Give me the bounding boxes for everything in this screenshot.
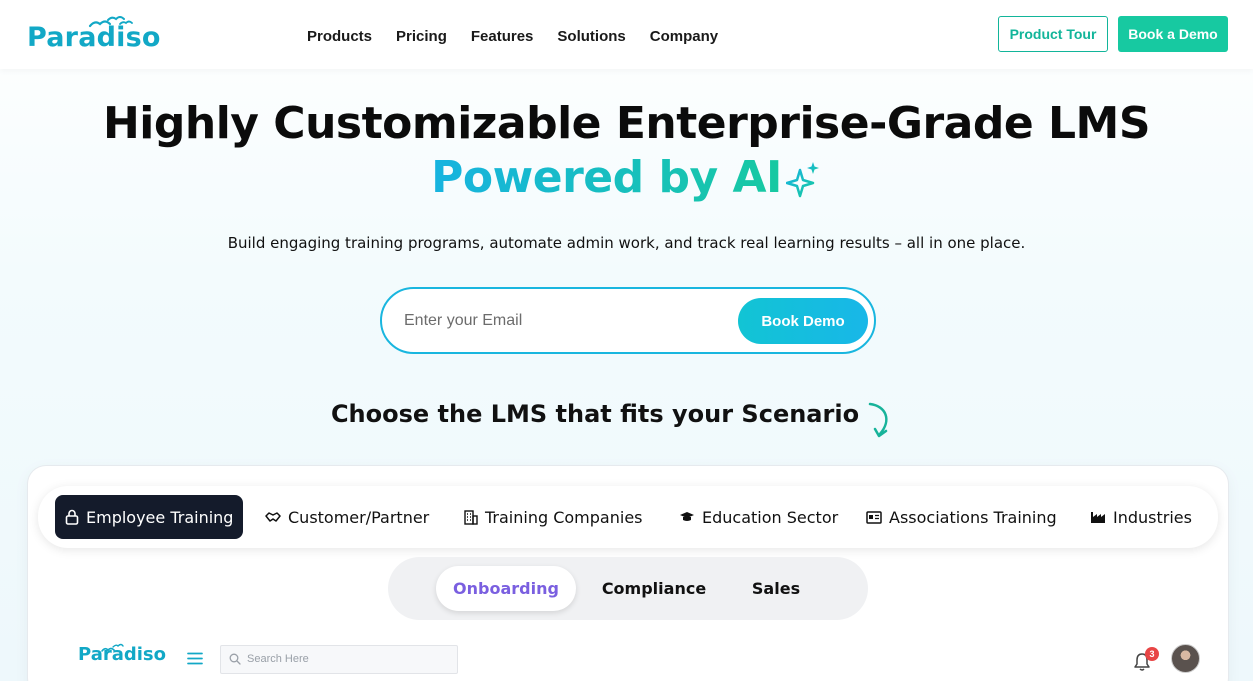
hero-title-ai-text: Powered by AI: [431, 152, 782, 203]
birds-icon: [101, 643, 124, 652]
nav-features[interactable]: Features: [471, 28, 534, 45]
factory-icon: [1091, 512, 1105, 523]
tab-associations-training[interactable]: Associations Training: [866, 495, 1057, 539]
subtab-onboarding[interactable]: Onboarding: [436, 566, 576, 611]
hero-title: Highly Customizable Enterprise-Grade LMS: [102, 98, 1151, 149]
sparkle-icon: [785, 162, 819, 198]
search-icon: [229, 653, 241, 665]
subtab-compliance[interactable]: Compliance: [586, 566, 722, 611]
email-signup-form: Book Demo: [380, 287, 876, 354]
id-card-icon: [866, 510, 882, 524]
tab-label: Industries: [1113, 507, 1192, 527]
scenario-heading: Choose the LMS that fits your Scenario: [330, 400, 860, 428]
nav-solutions[interactable]: Solutions: [557, 28, 625, 45]
lock-icon: [65, 509, 79, 525]
site-header: Paradiso Products Pricing Features Solut…: [0, 0, 1253, 69]
tab-label: Customer/Partner: [288, 507, 430, 527]
tab-label: Associations Training: [889, 507, 1057, 527]
product-tour-button[interactable]: Product Tour: [998, 16, 1108, 52]
hamburger-menu-icon[interactable]: [187, 652, 203, 665]
email-input[interactable]: [404, 309, 724, 333]
curved-arrow-icon: [868, 402, 888, 438]
hero-subtitle: Build engaging training programs, automa…: [227, 234, 1026, 252]
scenario-tabbar: Employee Training Customer/Partner Train…: [38, 486, 1218, 548]
tab-employee-training[interactable]: Employee Training: [55, 495, 244, 539]
nav-pricing[interactable]: Pricing: [396, 28, 447, 45]
use-case-subtabs: Onboarding Compliance Sales: [388, 557, 868, 620]
tab-label: Training Companies: [485, 507, 643, 527]
book-a-demo-button[interactable]: Book a Demo: [1118, 16, 1228, 52]
birds-icon: [88, 16, 133, 28]
subtab-sales[interactable]: Sales: [728, 566, 824, 611]
building-icon: [464, 509, 478, 525]
scenario-card: Employee Training Customer/Partner Train…: [28, 466, 1228, 681]
tab-label: Employee Training: [86, 507, 234, 527]
tab-label: Education Sector: [702, 507, 839, 527]
tab-customer-partner[interactable]: Customer/Partner: [265, 495, 429, 539]
main-nav: Products Pricing Features Solutions Comp…: [307, 28, 742, 45]
tab-training-companies[interactable]: Training Companies: [464, 495, 643, 539]
tab-industries[interactable]: Industries: [1090, 495, 1192, 539]
graduation-cap-icon: [680, 512, 694, 521]
book-demo-button[interactable]: Book Demo: [738, 298, 868, 344]
nav-products[interactable]: Products: [307, 28, 372, 45]
tab-education-sector[interactable]: Education Sector: [679, 495, 838, 539]
nav-company[interactable]: Company: [650, 28, 718, 45]
search-placeholder: Search Here: [247, 653, 309, 665]
hero-title-ai: Powered by AI: [0, 152, 1253, 203]
avatar[interactable]: [1171, 644, 1200, 673]
notification-badge: 3: [1145, 647, 1159, 661]
handshake-icon: [265, 512, 281, 522]
preview-search-input[interactable]: Search Here: [220, 645, 458, 674]
